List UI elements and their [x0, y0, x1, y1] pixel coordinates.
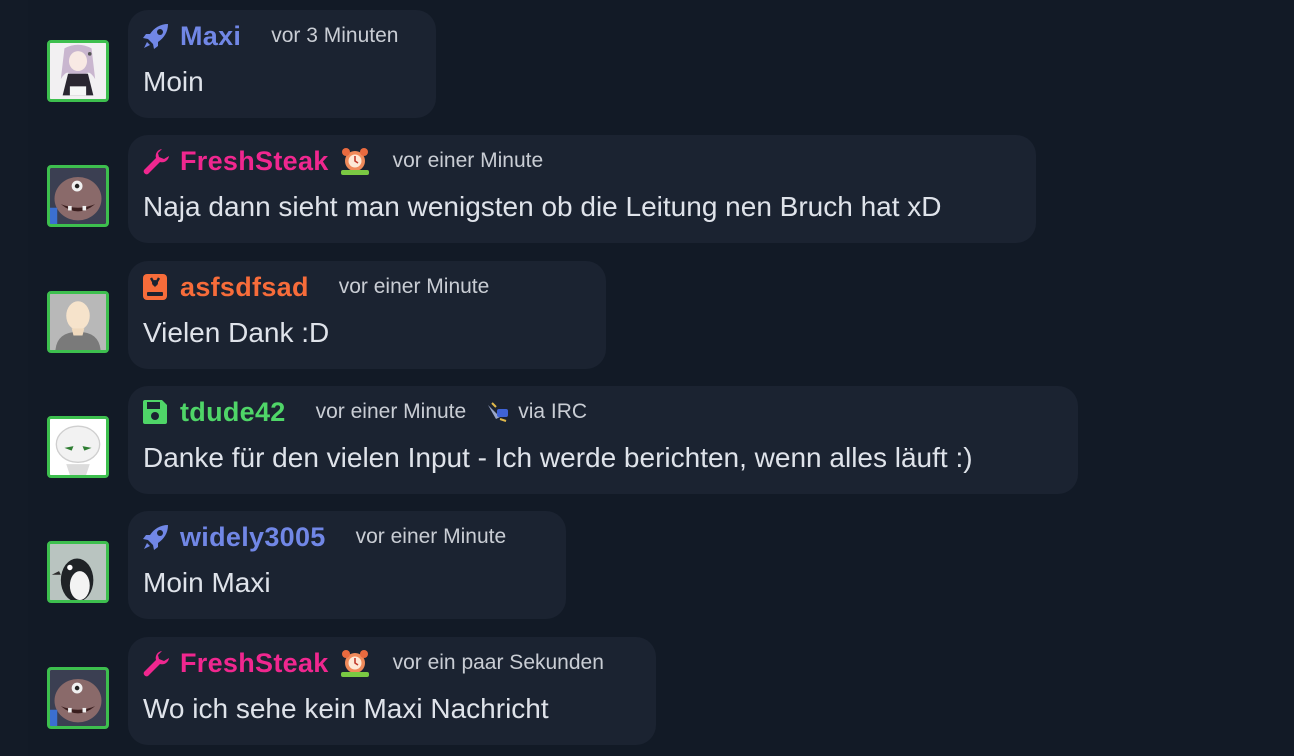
wrench-icon	[142, 650, 172, 677]
monster-face-avatar	[50, 670, 106, 726]
message-text: Danke für den vielen Input - Ich werde b…	[143, 442, 973, 473]
floppy-disk-icon	[142, 399, 172, 425]
chat-message: FreshSteak vor ein paar Sekunden Wo ich …	[28, 627, 658, 745]
robot-face-avatar	[50, 419, 106, 475]
monster-face-avatar	[50, 168, 106, 224]
rocket-icon	[142, 23, 172, 49]
username[interactable]: tdude42	[180, 397, 286, 428]
user-avatar[interactable]	[47, 667, 109, 729]
message-header: Maxi vor 3 Minuten	[142, 20, 398, 52]
message-text: Naja dann sieht man wenigsten ob die Lei…	[143, 191, 942, 222]
via-label: via IRC	[518, 400, 588, 423]
alarm-clock-badge	[339, 146, 371, 176]
message-text: Wo ich sehe kein Maxi Nachricht	[143, 693, 549, 724]
message-header: widely3005 vor einer Minute	[142, 521, 506, 553]
chat-message: tdude42 vor einer Minute via IRC Danke f…	[28, 376, 1078, 494]
message-bubble: asfsdfsad vor einer Minute Vielen Dank :…	[128, 261, 606, 369]
message-text: Moin Maxi	[143, 567, 271, 598]
message-header: FreshSteak vor ein paar Sekunden	[142, 647, 604, 679]
message-text: Moin	[143, 66, 204, 97]
timestamp: vor 3 Minuten	[271, 24, 399, 47]
username[interactable]: widely3005	[180, 522, 326, 553]
message-bubble: FreshSteak vor ein paar Sekunden Wo ich …	[128, 637, 656, 745]
chat-message: widely3005 vor einer Minute Moin Maxi	[28, 501, 578, 619]
message-bubble: Maxi vor 3 Minuten Moin	[128, 10, 436, 118]
alarm-clock-badge	[339, 648, 371, 678]
username[interactable]: asfsdfsad	[180, 272, 309, 303]
timestamp: vor einer Minute	[338, 275, 490, 298]
book-icon	[142, 274, 172, 300]
timestamp: vor einer Minute	[392, 149, 544, 172]
chat-message-list: Maxi vor 3 Minuten Moin FreshSteak vor e…	[28, 0, 1294, 756]
user-avatar[interactable]	[47, 165, 109, 227]
timestamp: vor einer Minute	[315, 400, 467, 423]
user-avatar[interactable]	[47, 291, 109, 353]
chat-message: asfsdfsad vor einer Minute Vielen Dank :…	[28, 251, 618, 369]
message-header: asfsdfsad vor einer Minute	[142, 271, 489, 303]
irc-icon	[488, 402, 509, 422]
wrench-icon	[142, 148, 172, 175]
user-avatar[interactable]	[47, 416, 109, 478]
timestamp: vor ein paar Sekunden	[392, 651, 604, 674]
anime-girl-avatar	[50, 43, 106, 99]
username[interactable]: FreshSteak	[180, 648, 329, 679]
chat-message: FreshSteak vor einer Minute Naja dann si…	[28, 125, 1038, 243]
message-text: Vielen Dank :D	[143, 317, 330, 348]
chat-message: Maxi vor 3 Minuten Moin	[28, 0, 448, 118]
via-irc-indicator: via IRC	[486, 400, 587, 424]
default-person-avatar	[50, 294, 106, 350]
message-header: tdude42 vor einer Minute via IRC	[142, 396, 587, 428]
user-avatar[interactable]	[47, 541, 109, 603]
left-rail	[0, 0, 28, 756]
user-avatar[interactable]	[47, 40, 109, 102]
message-bubble: widely3005 vor einer Minute Moin Maxi	[128, 511, 566, 619]
message-bubble: FreshSteak vor einer Minute Naja dann si…	[128, 135, 1036, 243]
penguin-avatar	[50, 544, 106, 600]
rocket-icon	[142, 524, 172, 550]
username[interactable]: FreshSteak	[180, 146, 329, 177]
username[interactable]: Maxi	[180, 21, 241, 52]
message-bubble: tdude42 vor einer Minute via IRC Danke f…	[128, 386, 1078, 494]
message-header: FreshSteak vor einer Minute	[142, 145, 543, 177]
timestamp: vor einer Minute	[355, 525, 507, 548]
